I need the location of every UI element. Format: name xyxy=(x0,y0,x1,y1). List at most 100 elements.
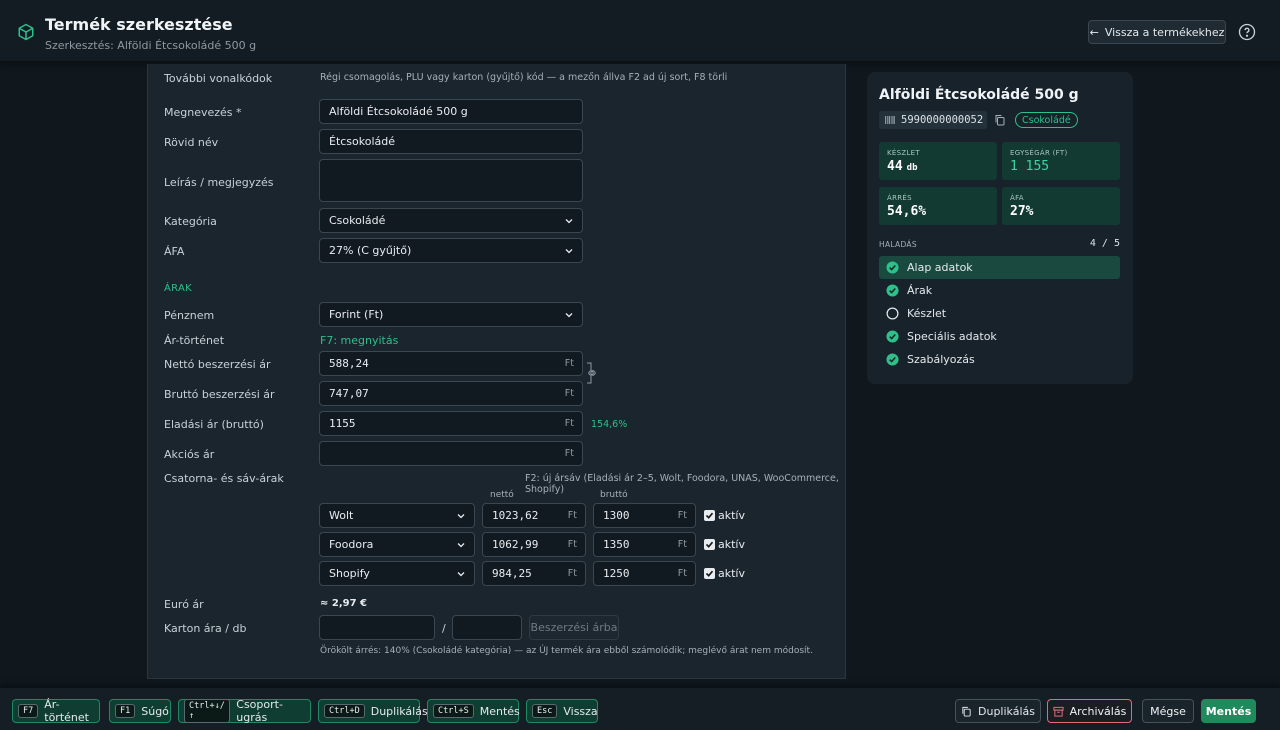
summary-product-name: Alföldi Étcsokoládé 500 g xyxy=(879,87,1079,103)
category-label: Kategória xyxy=(164,215,217,228)
check-icon xyxy=(705,512,714,519)
stat-margin: ÁRRÉS 54,6% xyxy=(879,187,997,225)
progress-count: 4 / 5 xyxy=(1089,238,1120,249)
barcode-value: 5990000000052 xyxy=(901,114,984,126)
net-purchase-input[interactable]: 588,24 Ft xyxy=(319,351,583,376)
net-purchase-label: Nettó beszerzési ár xyxy=(164,358,271,371)
check-circle-icon xyxy=(886,261,899,274)
bottom-action-bar: F7 Ár-történet F1 Súgó Ctrl+↓/↑ Csoport-ugr… xyxy=(0,687,1280,730)
currency-select[interactable]: Forint (Ft) xyxy=(319,302,583,327)
inherited-margin-note: Örökölt árrés: 140% (Csokoládé kategória… xyxy=(320,646,813,656)
shortcut-back[interactable]: Esc Vissza xyxy=(526,699,598,723)
duplicate-button[interactable]: Duplikálás xyxy=(955,699,1041,723)
channel-net-input-wolt[interactable]: 1023,62 Ft xyxy=(482,503,586,528)
check-icon xyxy=(705,541,714,548)
channel-select-wolt[interactable]: Wolt xyxy=(319,503,475,528)
archive-button[interactable]: Archiválás xyxy=(1047,699,1132,723)
page-title: Termék szerkesztése xyxy=(45,15,233,34)
back-button-label: Vissza a termékekhez xyxy=(1104,25,1225,39)
arrow-left-icon: ← xyxy=(1089,25,1099,39)
progress-label: HALADÁS xyxy=(879,240,917,249)
barcode-icon xyxy=(885,116,895,124)
chevron-down-icon xyxy=(565,218,573,223)
stat-stock: KÉSZLET 44 db xyxy=(879,142,997,180)
channel-net-input-shopify[interactable]: 984,25 Ft xyxy=(482,561,586,586)
channel-active-checkbox-foodora[interactable] xyxy=(704,539,715,550)
channel-gross-input-wolt[interactable]: 1300 Ft xyxy=(593,503,696,528)
shortcut-help[interactable]: F1 Súgó xyxy=(109,699,171,723)
sale-margin-value: 154,6% xyxy=(591,419,628,430)
back-to-products-button[interactable]: ← Vissza a termékekhez xyxy=(1088,20,1226,44)
copy-icon xyxy=(962,706,971,717)
euro-price-label: Euró ár xyxy=(164,598,204,611)
channel-active-label: aktív xyxy=(718,567,745,580)
chevron-down-icon xyxy=(457,542,465,547)
sale-price-label: Eladási ár (bruttó) xyxy=(164,418,264,431)
package-icon xyxy=(18,23,34,41)
check-circle-icon xyxy=(886,330,899,343)
carton-separator: / xyxy=(442,622,446,635)
carton-quantity-input[interactable] xyxy=(452,615,522,640)
shortcut-group-jump[interactable]: Ctrl+↓/↑ Csoport-ugrás xyxy=(178,698,311,724)
channel-select-shopify[interactable]: Shopify xyxy=(319,561,475,586)
sale-price-input[interactable]: 1155 Ft xyxy=(319,411,583,436)
chevron-down-icon xyxy=(565,248,573,253)
channel-active-checkbox-wolt[interactable] xyxy=(704,510,715,521)
archive-icon xyxy=(1053,706,1064,717)
gross-column-header: bruttó xyxy=(600,490,628,500)
promo-price-label: Akciós ár xyxy=(164,448,215,461)
cancel-button[interactable]: Mégse xyxy=(1142,699,1194,723)
category-badge: Csokoládé xyxy=(1015,112,1078,128)
check-icon xyxy=(705,570,714,577)
shortcut-save[interactable]: Ctrl+S Mentés xyxy=(427,699,520,723)
promo-price-input[interactable]: Ft xyxy=(319,441,583,466)
chevron-down-icon xyxy=(565,312,573,317)
chevron-down-icon xyxy=(457,513,465,518)
app-header: Termék szerkesztése Szerkesztés: Alföldi… xyxy=(0,0,1280,62)
name-label: Megnevezés * xyxy=(164,106,242,119)
chevron-down-icon xyxy=(457,571,465,576)
price-history-link[interactable]: F7: megnyitás xyxy=(320,334,398,347)
stat-vat: ÁFA 27% xyxy=(1002,187,1120,225)
channel-select-foodora[interactable]: Foodora xyxy=(319,532,475,557)
channel-active-label: aktív xyxy=(718,509,745,522)
category-select[interactable]: Csokoládé xyxy=(319,208,583,233)
euro-price-value: ≈ 2,97 € xyxy=(320,598,367,609)
name-input[interactable]: Alföldi Étcsokoládé 500 g xyxy=(319,99,583,124)
price-history-label: Ár-történet xyxy=(164,334,225,347)
help-icon[interactable] xyxy=(1238,23,1256,41)
channel-net-input-foodora[interactable]: 1062,99 Ft xyxy=(482,532,586,557)
link-icon[interactable] xyxy=(586,362,600,384)
barcodes-hint: Régi csomagolás, PLU vagy karton (gyűjtő… xyxy=(320,72,728,83)
channel-active-label: aktív xyxy=(718,538,745,551)
short-name-input[interactable]: Étcsokoládé xyxy=(319,129,583,154)
step-basic-data[interactable]: Alap adatok xyxy=(879,256,1120,279)
channel-gross-input-foodora[interactable]: 1350 Ft xyxy=(593,532,696,557)
vat-label: ÁFA xyxy=(164,245,185,258)
channel-active-checkbox-shopify[interactable] xyxy=(704,568,715,579)
empty-circle-icon xyxy=(886,307,899,320)
gross-purchase-input[interactable]: 747,07 Ft xyxy=(319,381,583,406)
step-regulation[interactable]: Szabályozás xyxy=(879,348,1120,371)
stat-unit-price: EGYSÉGÁR (FT) 1 155 xyxy=(1002,142,1120,180)
currency-label: Pénznem xyxy=(164,309,215,322)
step-special-data[interactable]: Speciális adatok xyxy=(879,325,1120,348)
prices-section-title: ÁRAK xyxy=(164,283,192,294)
shortcut-price-history[interactable]: F7 Ár-történet xyxy=(12,698,100,724)
vat-select[interactable]: 27% (C gyűjtő) xyxy=(319,238,583,263)
net-column-header: nettó xyxy=(490,490,514,500)
description-textarea[interactable] xyxy=(319,159,583,202)
save-button[interactable]: Mentés xyxy=(1201,699,1256,723)
channel-gross-input-shopify[interactable]: 1250 Ft xyxy=(593,561,696,586)
check-circle-icon xyxy=(886,284,899,297)
summary-barcode: 5990000000052 xyxy=(879,111,987,129)
to-purchase-price-button[interactable]: Beszerzési árba xyxy=(529,615,619,640)
step-prices[interactable]: Árak xyxy=(879,279,1120,302)
check-circle-icon xyxy=(886,353,899,366)
copy-icon[interactable] xyxy=(994,114,1006,126)
step-stock[interactable]: Készlet xyxy=(879,302,1120,325)
description-label: Leírás / megjegyzés xyxy=(164,176,274,189)
shortcut-duplicate[interactable]: Ctrl+D Duplikálás xyxy=(318,699,428,723)
product-summary-card: Alföldi Étcsokoládé 500 g 5990000000052 … xyxy=(867,72,1133,384)
carton-price-input[interactable] xyxy=(319,615,435,640)
